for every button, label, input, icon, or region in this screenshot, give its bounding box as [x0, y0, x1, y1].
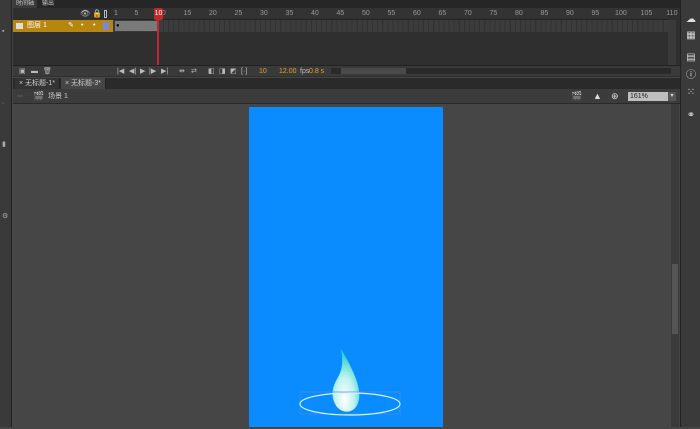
ruler-tick: 100	[615, 10, 627, 17]
onion-outline-button[interactable]: ◨	[219, 66, 226, 77]
align-icon[interactable]: ▤	[685, 52, 697, 64]
layer-name: 图层 1	[27, 22, 47, 29]
ruler-tick: 1	[114, 10, 118, 17]
scroll-thumb[interactable]	[672, 264, 678, 334]
pencil-icon: ✎	[68, 20, 74, 32]
onion-skin-button[interactable]: ◧	[208, 66, 215, 77]
tool-icon[interactable]: ·	[2, 100, 4, 107]
first-frame-button[interactable]: |◀	[117, 66, 124, 77]
ruler-tick: 40	[311, 10, 319, 17]
zoom-select[interactable]: 161%	[628, 92, 668, 101]
eye-icon[interactable]: 👁	[80, 9, 90, 18]
layer-color[interactable]	[103, 22, 109, 30]
scroll-thumb[interactable]	[341, 68, 406, 74]
prev-frame-button[interactable]: ◀|	[129, 66, 136, 77]
timeline-horizontal-scrollbar[interactable]	[331, 68, 671, 74]
timeline-controls: ▣ ▬ 🗑 |◀ ◀| ▶ |▶ ▶| ⇹ ⇄ ◧ ◨ ◩ [·] 10 12.…	[13, 65, 680, 76]
layer-row[interactable]: 图层 1 ✎ • •	[13, 20, 113, 32]
edit-scene-icon[interactable]: 🎬	[571, 89, 582, 104]
chevron-down-icon[interactable]: ▾	[668, 92, 676, 101]
center-stage-icon[interactable]: ⊕	[611, 89, 619, 104]
scene-icon: 🎬	[33, 89, 44, 104]
doc-tab-1[interactable]: × 无标题-1*	[15, 78, 60, 89]
ruler-tick: 75	[489, 10, 497, 17]
ruler-tick: 35	[285, 10, 293, 17]
stage[interactable]	[249, 107, 443, 427]
ruler-tick: 85	[540, 10, 548, 17]
tool-icon[interactable]: ▮	[2, 140, 6, 148]
last-frame-button[interactable]: ▶|	[161, 66, 168, 77]
ruler-tick: 20	[209, 10, 217, 17]
delete-icon[interactable]: 🗑	[43, 66, 52, 77]
right-panel-icons: ☁ ▦ ▤ ⓘ ⁙ ⚭	[680, 0, 700, 427]
frame-ruler[interactable]: 1510152025303540455055606570758085909510…	[113, 8, 668, 20]
swatches-icon[interactable]: ▦	[685, 30, 697, 42]
water-drop-artwork[interactable]	[249, 107, 443, 427]
ruler-tick: 90	[566, 10, 574, 17]
transform-icon[interactable]: ⁙	[685, 87, 697, 99]
play-button[interactable]: ▶	[140, 66, 145, 77]
edit-frames-button[interactable]: ◩	[230, 66, 237, 77]
ruler-tick: 105	[641, 10, 653, 17]
tool-icon[interactable]: ▪	[2, 28, 4, 35]
stage-vertical-scrollbar[interactable]	[671, 104, 679, 427]
panel-tabs: 时间轴 输出	[13, 0, 680, 8]
doc-tab-3[interactable]: × 无标题-3*	[61, 78, 106, 89]
doc-tab-label: 无标题-3*	[71, 80, 101, 87]
back-arrow-icon[interactable]: ⇦	[17, 89, 23, 104]
ruler-tick: 50	[362, 10, 370, 17]
tab-output[interactable]: 输出	[39, 0, 57, 8]
timeline-vertical-scrollbar[interactable]	[668, 20, 676, 65]
info-icon[interactable]: ⓘ	[685, 70, 697, 82]
doc-tab-label: 无标题-1*	[25, 80, 55, 87]
new-layer-icon[interactable]: ▣	[19, 66, 26, 77]
ruler-tick: 70	[464, 10, 472, 17]
ruler-tick: 45	[336, 10, 344, 17]
fps-unit: fps	[300, 66, 309, 77]
document-tabs: × 无标题-1* × 无标题-3*	[13, 78, 680, 89]
lock-dot[interactable]: •	[93, 20, 95, 32]
components-icon[interactable]: ⚭	[685, 110, 697, 122]
ruler-tick: 55	[387, 10, 395, 17]
water-drop	[333, 349, 360, 412]
tool-icon[interactable]: ⚙	[2, 212, 8, 220]
visibility-dot[interactable]: •	[81, 20, 83, 32]
new-folder-icon[interactable]: ▬	[31, 66, 38, 77]
ruler-tick: 95	[591, 10, 599, 17]
ruler-tick: 30	[260, 10, 268, 17]
playhead-frame[interactable]: 10	[154, 8, 163, 20]
ruler-tick: 60	[413, 10, 421, 17]
center-frame-button[interactable]: ⇹	[179, 66, 185, 77]
current-frame[interactable]: 10	[259, 66, 267, 77]
ruler-tick: 80	[515, 10, 523, 17]
frame-rate[interactable]: 12.00	[279, 66, 297, 77]
elapsed-time[interactable]: 0.8 s	[309, 66, 324, 77]
onion-markers-button[interactable]: [·]	[241, 66, 247, 77]
lock-icon[interactable]: 🔒	[92, 9, 102, 18]
ruler-tick: 5	[134, 10, 138, 17]
ruler-tick: 15	[183, 10, 191, 17]
ruler-tick: 65	[438, 10, 446, 17]
edit-symbol-icon[interactable]: ▲	[593, 89, 602, 104]
layer-frames[interactable]: ●	[113, 20, 668, 32]
ruler-tick: 110	[666, 10, 677, 17]
layer-icon	[16, 23, 23, 29]
keyframe-dot: ●	[116, 23, 120, 29]
next-frame-button[interactable]: |▶	[149, 66, 156, 77]
tools-panel: ▪ · ▮ ⚙	[0, 0, 12, 427]
ruler-tick: 25	[234, 10, 242, 17]
color-icon[interactable]: ☁	[685, 14, 697, 26]
keyframe-span[interactable]: ●	[115, 21, 157, 31]
tab-timeline[interactable]: 时间轴	[13, 0, 37, 8]
loop-button[interactable]: ⇄	[191, 66, 197, 77]
scene-name[interactable]: 场景 1	[48, 89, 68, 104]
edit-bar: ⇦ 🎬 场景 1 🎬 ▲ ⊕ 161% ▾	[13, 89, 680, 104]
outline-icon[interactable]	[104, 10, 107, 18]
timeline-panel: 时间轴 输出 👁 🔒 15101520253035404550556065707…	[13, 0, 680, 77]
